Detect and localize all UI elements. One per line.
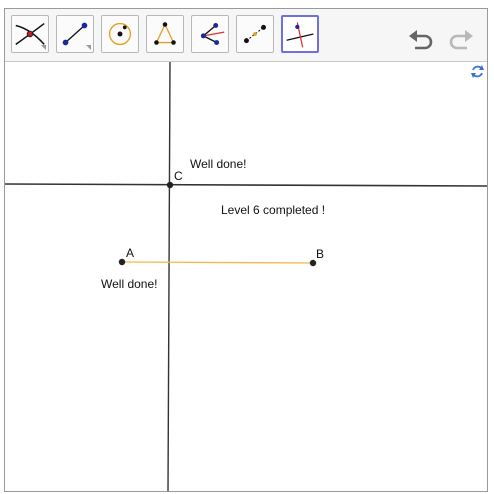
angle-bisector-icon — [200, 23, 225, 45]
triangle-icon — [154, 22, 176, 45]
undo-icon — [409, 30, 433, 50]
well-done-message-top: Well done! — [190, 157, 247, 171]
point-a-label: A — [126, 246, 135, 260]
redo-icon — [449, 30, 473, 50]
perpendicular-line-tool-button[interactable] — [281, 15, 319, 53]
angle-bisector-tool-button[interactable] — [191, 15, 229, 53]
well-done-message-bottom: Well done! — [101, 277, 158, 291]
horizontal-line[interactable] — [5, 183, 487, 187]
midpoint-icon — [244, 24, 266, 44]
intersect-tool-button[interactable] — [11, 15, 49, 53]
graphics-view[interactable] — [5, 62, 487, 491]
point-b-label: B — [316, 247, 325, 261]
point-c[interactable] — [166, 181, 174, 189]
undo-button[interactable] — [407, 29, 435, 55]
polygon-tool-button[interactable] — [146, 15, 184, 53]
circle-tool-button[interactable] — [101, 15, 139, 53]
perpendicular-line-icon — [286, 22, 314, 48]
redo-button[interactable] — [447, 29, 475, 55]
segment-tool-button[interactable] — [56, 15, 94, 53]
midpoint-tool-button[interactable] — [236, 15, 274, 53]
circle-icon — [108, 22, 132, 46]
perpendicular-line[interactable] — [167, 62, 171, 491]
toolbar — [5, 9, 487, 62]
segment-ab[interactable] — [121, 261, 314, 264]
level-completed-message: Level 6 completed ! — [221, 203, 326, 217]
point-c-label: C — [174, 169, 183, 183]
point-a[interactable] — [118, 258, 126, 266]
